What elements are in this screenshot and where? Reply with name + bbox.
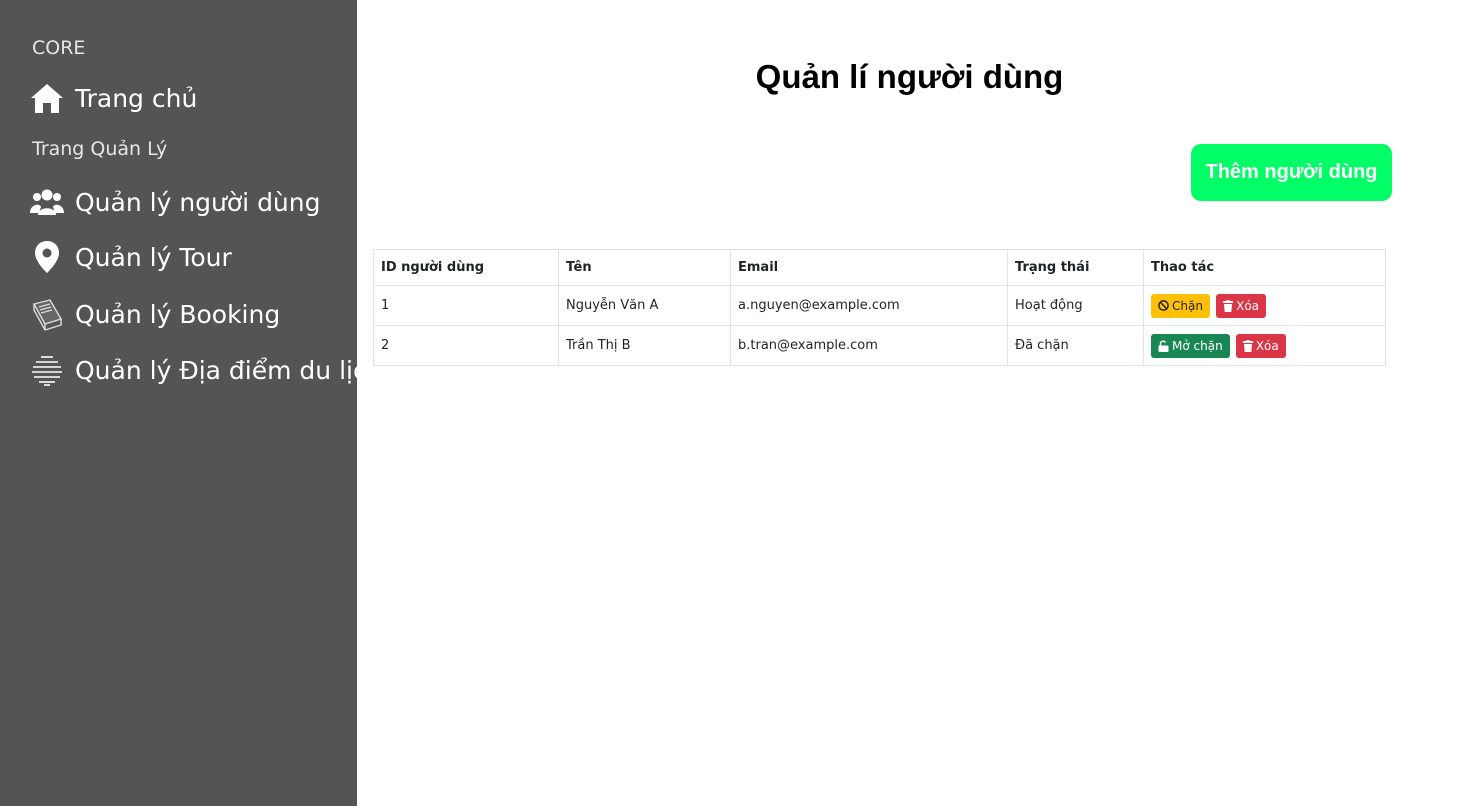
sidebar-item-destinations[interactable]: Quản lý Địa điểm du lịch (28, 350, 383, 390)
sidebar-heading-core: CORE (32, 37, 86, 59)
cell-name: Nguyễn Văn A (558, 285, 731, 326)
users-icon (28, 184, 66, 220)
globe-icon (28, 352, 66, 388)
sidebar-item-users[interactable]: Quản lý người dùng (28, 182, 321, 222)
table-row: 1 Nguyễn Văn A a.nguyen@example.com Hoạt… (373, 285, 1386, 326)
cell-name: Trần Thị B (558, 325, 731, 366)
cell-actions: Chặn Xóa (1143, 285, 1386, 326)
book-icon (28, 296, 66, 332)
block-button[interactable]: Chặn (1151, 293, 1210, 318)
column-header-status: Trạng thái (1007, 249, 1144, 286)
trash-icon (1242, 339, 1253, 352)
home-icon (28, 80, 66, 116)
delete-button-label: Xóa (1236, 298, 1260, 313)
sidebar-item-label: Quản lý Địa điểm du lịch (75, 355, 383, 385)
unblock-button[interactable]: Mở chặn (1151, 333, 1230, 358)
cell-id: 2 (373, 325, 559, 366)
map-pin-icon (28, 239, 66, 275)
delete-button-label: Xóa (1255, 338, 1279, 353)
sidebar-item-label: Quản lý Tour (75, 242, 232, 272)
sidebar-item-label: Quản lý người dùng (75, 187, 321, 217)
column-header-name: Tên (558, 249, 731, 286)
unlock-icon (1158, 340, 1169, 352)
trash-icon (1223, 299, 1234, 312)
ban-icon (1158, 300, 1169, 311)
cell-actions: Mở chặn Xóa (1143, 325, 1386, 366)
sidebar: CORE Trang chủ Trang Quản Lý Quản lý ngư… (0, 0, 383, 806)
sidebar-item-tour[interactable]: Quản lý Tour (28, 237, 232, 277)
column-header-id: ID người dùng (373, 249, 559, 286)
users-table: ID người dùng Tên Email Trạng thái Thao … (373, 249, 1386, 366)
sidebar-item-booking[interactable]: Quản lý Booking (28, 294, 280, 334)
cell-email: a.nguyen@example.com (730, 285, 1008, 326)
table-header-row: ID người dùng Tên Email Trạng thái Thao … (373, 249, 1386, 286)
delete-button[interactable]: Xóa (1235, 333, 1286, 358)
cell-id: 1 (373, 285, 559, 326)
cell-email: b.tran@example.com (730, 325, 1008, 366)
column-header-email: Email (730, 249, 1008, 286)
page-title: Quản lí người dùng (755, 58, 1064, 95)
unblock-button-label: Mở chặn (1172, 338, 1223, 353)
delete-button[interactable]: Xóa (1216, 293, 1267, 318)
add-user-button[interactable]: Thêm người dùng (1191, 144, 1392, 201)
sidebar-item-label: Trang chủ (75, 83, 198, 113)
sidebar-item-home[interactable]: Trang chủ (28, 78, 197, 118)
column-header-actions: Thao tác (1143, 249, 1386, 286)
table-row: 2 Trần Thị B b.tran@example.com Đã chặn … (373, 325, 1386, 366)
cell-status: Hoạt động (1007, 285, 1144, 326)
sidebar-item-label: Quản lý Booking (75, 299, 281, 329)
sidebar-heading-manage: Trang Quản Lý (32, 138, 168, 160)
block-button-label: Chặn (1172, 298, 1203, 313)
cell-status: Đã chặn (1007, 325, 1144, 366)
